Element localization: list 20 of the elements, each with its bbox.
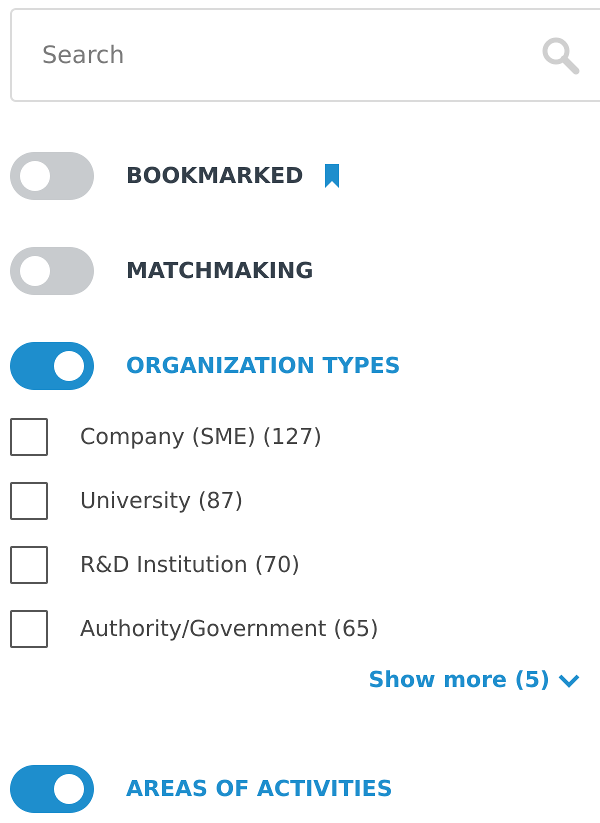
filter-label: BOOKMARKED: [126, 162, 304, 190]
toggle-switch[interactable]: [10, 247, 94, 295]
toggle-switch[interactable]: [10, 152, 94, 200]
option-label: Authority/Government (65): [80, 616, 379, 644]
toggle-switch[interactable]: [10, 342, 94, 390]
checkbox[interactable]: [10, 418, 48, 456]
filter-label: AREAS OF ACTIVITIES: [126, 776, 393, 804]
checkbox[interactable]: [10, 546, 48, 584]
search-icon: [540, 35, 580, 75]
search-field[interactable]: Search: [10, 8, 600, 102]
checkbox[interactable]: [10, 482, 48, 520]
checkbox[interactable]: [10, 610, 48, 648]
toggle-switch[interactable]: [10, 765, 94, 813]
filter-label: ORGANIZATION TYPES: [126, 352, 400, 380]
filter-label: MATCHMAKING: [126, 258, 314, 286]
option-label: Company (SME) (127): [80, 424, 322, 452]
show-more-link[interactable]: Show more (5): [368, 664, 580, 697]
chevron-down-icon: [558, 674, 580, 688]
option-label: R&D Institution (70): [80, 552, 300, 580]
option-label: University (87): [80, 488, 244, 516]
